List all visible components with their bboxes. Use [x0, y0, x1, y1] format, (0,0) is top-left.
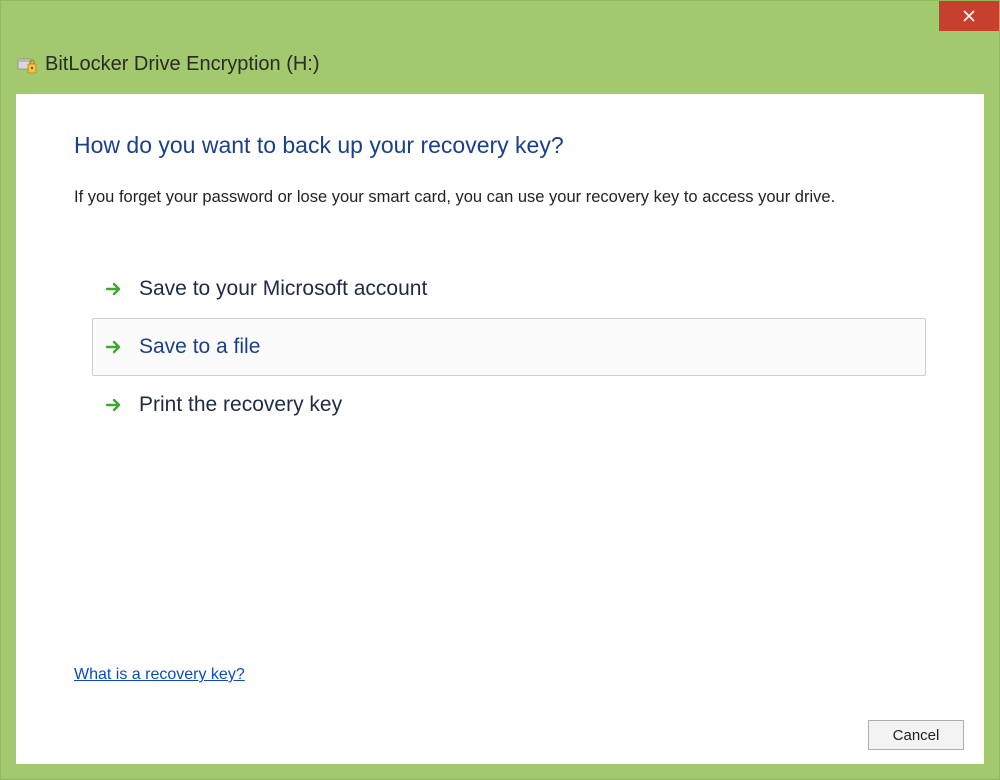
- option-save-microsoft-account[interactable]: Save to your Microsoft account: [92, 260, 926, 318]
- option-print-recovery-key[interactable]: Print the recovery key: [92, 376, 926, 434]
- page-heading: How do you want to back up your recovery…: [74, 132, 926, 159]
- close-button[interactable]: [939, 1, 999, 31]
- window-header: BitLocker Drive Encryption (H:): [1, 45, 999, 94]
- option-save-to-file[interactable]: Save to a file: [92, 318, 926, 376]
- footer: Cancel: [868, 720, 964, 750]
- content-wrap: How do you want to back up your recovery…: [1, 94, 999, 779]
- titlebar: [1, 1, 999, 45]
- options-list: Save to your Microsoft account Save to a…: [92, 260, 926, 434]
- arrow-right-icon: [105, 338, 123, 356]
- option-label: Print the recovery key: [139, 393, 342, 417]
- option-label: Save to a file: [139, 335, 260, 359]
- bitlocker-window: BitLocker Drive Encryption (H:) How do y…: [0, 0, 1000, 780]
- instruction-text: If you forget your password or lose your…: [74, 187, 926, 208]
- arrow-right-icon: [105, 280, 123, 298]
- arrow-right-icon: [105, 396, 123, 414]
- window-title: BitLocker Drive Encryption (H:): [45, 53, 320, 76]
- content-panel: How do you want to back up your recovery…: [16, 94, 984, 764]
- option-label: Save to your Microsoft account: [139, 277, 427, 301]
- cancel-button[interactable]: Cancel: [868, 720, 964, 750]
- help-link-recovery-key[interactable]: What is a recovery key?: [74, 666, 245, 684]
- close-icon: [962, 9, 976, 23]
- bitlocker-icon: [17, 55, 37, 75]
